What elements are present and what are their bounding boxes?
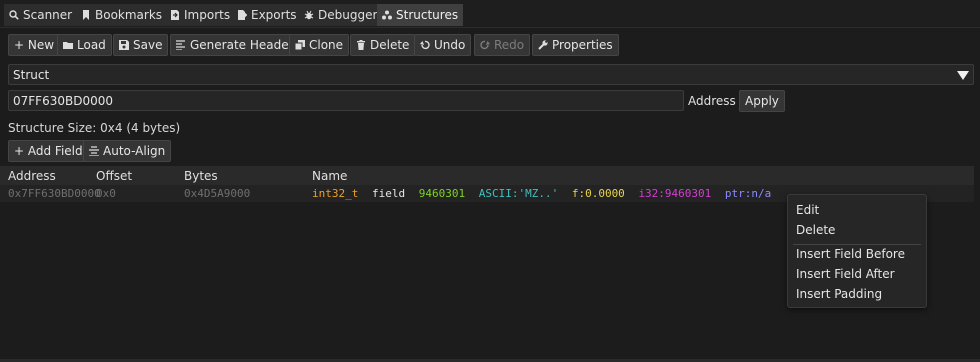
column-header-name[interactable]: Name xyxy=(312,169,347,183)
redo-button[interactable]: Redo xyxy=(474,34,531,56)
address-input[interactable]: 07FF630BD0000 xyxy=(8,90,684,111)
menu-item-insert-field-before[interactable]: Insert Field Before xyxy=(796,247,905,261)
load-button-label: Load xyxy=(77,38,106,52)
generate-header-button-label: Generate Header xyxy=(190,38,294,52)
apply-button-label: Apply xyxy=(745,94,779,108)
field-type: int32_t xyxy=(312,187,359,200)
menu-item-edit[interactable]: Edit xyxy=(796,203,819,217)
save-button-label: Save xyxy=(133,38,163,52)
row-address: 0x7FF630BD0000 xyxy=(8,187,101,200)
row-bytes: 0x4D5A9000 xyxy=(184,187,251,200)
trash-icon xyxy=(356,39,366,51)
tab-imports[interactable]: Imports xyxy=(165,4,236,26)
new-button-label: + New xyxy=(14,38,55,52)
menu-separator xyxy=(793,244,921,245)
menu-item-delete[interactable]: Delete xyxy=(796,223,835,237)
field-ptr: ptr:n/a xyxy=(724,187,772,200)
save-button[interactable]: Save xyxy=(113,34,169,56)
new-button[interactable]: + New xyxy=(8,34,61,56)
tab-label: Scanner xyxy=(23,8,73,22)
tab-debugger[interactable]: Debugger xyxy=(299,4,383,26)
tab-exports[interactable]: Exports xyxy=(232,4,302,26)
address-label: Address xyxy=(688,94,736,108)
tab-structures[interactable]: Structures xyxy=(377,4,464,26)
tab-label: Bookmarks xyxy=(95,8,163,22)
copy-icon xyxy=(295,39,305,51)
exports-icon xyxy=(237,9,247,21)
field-value: 9460301 xyxy=(418,187,466,200)
tab-label: Exports xyxy=(251,8,297,22)
address-input-value: 07FF630BD0000 xyxy=(13,93,113,108)
column-header-bytes[interactable]: Bytes xyxy=(184,169,218,183)
imports-icon xyxy=(170,9,180,21)
undo-button-label: Undo xyxy=(434,38,466,52)
apply-button[interactable]: Apply xyxy=(739,90,785,112)
redo-icon xyxy=(480,39,490,51)
properties-button-label: Properties xyxy=(552,38,613,52)
bookmark-icon xyxy=(81,9,91,21)
redo-button-label: Redo xyxy=(494,38,525,52)
clone-button[interactable]: Clone xyxy=(289,34,350,56)
undo-button[interactable]: Undo xyxy=(414,34,472,56)
menu-item-insert-field-after[interactable]: Insert Field After xyxy=(796,267,895,281)
row-offset: 0x0 xyxy=(96,187,116,200)
column-header-address[interactable]: Address xyxy=(8,169,56,183)
struct-select[interactable]: Struct xyxy=(8,64,974,85)
tab-label: Debugger xyxy=(318,8,378,22)
folder-icon xyxy=(63,39,73,51)
floppy-icon xyxy=(119,39,129,51)
add-field-button[interactable]: + Add Field xyxy=(8,140,89,162)
context-menu: Edit Delete Insert Field Before Insert F… xyxy=(787,194,927,308)
wrench-icon xyxy=(538,39,548,51)
structure-size-text: Structure Size: 0x4 (4 bytes) xyxy=(8,121,181,135)
column-header-offset[interactable]: Offset xyxy=(96,169,132,183)
tab-label: Structures xyxy=(396,8,459,22)
align-left-icon xyxy=(176,39,186,51)
tab-bookmarks[interactable]: Bookmarks xyxy=(76,4,168,26)
tab-scanner[interactable]: Scanner xyxy=(4,4,78,26)
row-name: int32_t field 9460301 ASCII:'MZ..' f:0.0… xyxy=(312,187,778,200)
generate-header-button[interactable]: Generate Header xyxy=(170,34,300,56)
structures-icon xyxy=(382,9,392,21)
tab-bar: Scanner Bookmarks Imports Exports Debugg… xyxy=(0,0,980,28)
field-name: field xyxy=(371,187,406,200)
undo-icon xyxy=(420,39,430,51)
auto-align-button[interactable]: Auto-Align xyxy=(83,140,172,162)
load-button[interactable]: Load xyxy=(57,34,112,56)
menu-item-insert-padding[interactable]: Insert Padding xyxy=(796,287,882,301)
add-field-button-label: + Add Field xyxy=(14,144,83,158)
properties-button[interactable]: Properties xyxy=(532,34,619,56)
chevron-down-icon xyxy=(957,71,969,80)
field-float: f:0.0000 xyxy=(571,187,625,200)
auto-align-button-label: Auto-Align xyxy=(103,144,166,158)
field-i32: i32:9460301 xyxy=(638,187,712,200)
clone-button-label: Clone xyxy=(309,38,344,52)
bug-icon xyxy=(304,9,314,21)
tab-label: Imports xyxy=(184,8,231,22)
field-ascii: ASCII:'MZ..' xyxy=(478,187,559,200)
align-center-icon xyxy=(89,145,99,157)
search-icon xyxy=(9,9,19,21)
delete-button-label: Delete xyxy=(370,38,410,52)
struct-select-value: Struct xyxy=(13,67,50,82)
table-header: Address Offset Bytes Name xyxy=(0,166,974,185)
delete-button[interactable]: Delete xyxy=(350,34,416,56)
